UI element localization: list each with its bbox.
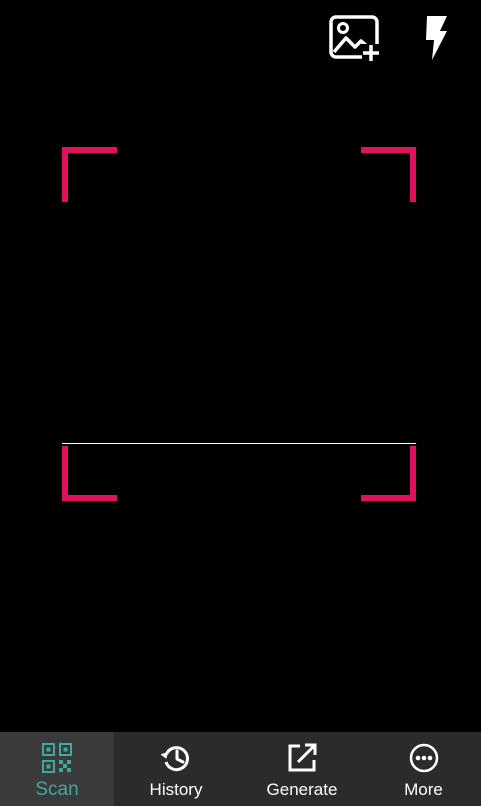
frame-corner-top-right [361, 147, 416, 202]
qr-code-icon [40, 741, 74, 775]
nav-item-scan[interactable]: Scan [0, 732, 114, 806]
scan-viewfinder [62, 147, 416, 501]
frame-corner-bottom-left [62, 446, 117, 501]
nav-item-generate[interactable]: Generate [238, 732, 366, 806]
nav-label-generate: Generate [266, 780, 338, 799]
image-plus-icon [329, 15, 382, 62]
nav-item-more[interactable]: More [366, 732, 481, 806]
gallery-button[interactable] [327, 12, 383, 64]
frame-corner-top-left [62, 147, 117, 202]
scanner-screen: Scan History Generate More [0, 0, 481, 806]
nav-label-scan: Scan [35, 779, 79, 800]
history-icon [159, 741, 193, 775]
flash-button[interactable] [421, 12, 451, 64]
nav-label-history: History [149, 780, 203, 799]
bottom-navigation: Scan History Generate More [0, 732, 481, 806]
nav-item-history[interactable]: History [114, 732, 238, 806]
more-dots-icon [407, 741, 441, 775]
flash-icon [426, 16, 447, 60]
external-edit-icon [285, 741, 319, 775]
scan-line [62, 443, 416, 444]
top-actions [281, 12, 481, 64]
frame-corner-bottom-right [361, 446, 416, 501]
nav-label-more: More [404, 780, 443, 799]
